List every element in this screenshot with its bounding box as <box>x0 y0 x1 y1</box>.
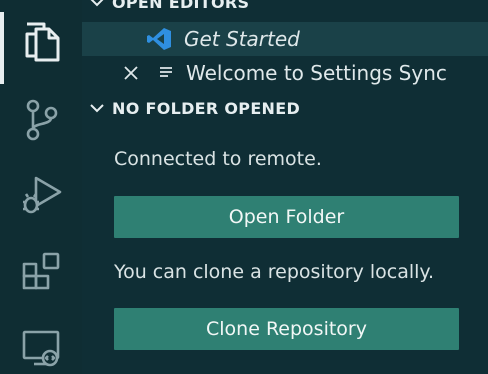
document-lines-icon <box>158 65 174 81</box>
close-icon[interactable] <box>122 66 140 80</box>
open-folder-button[interactable]: Open Folder <box>114 196 459 238</box>
open-editor-label: Get Started <box>184 27 300 51</box>
clone-repository-button[interactable]: Clone Repository <box>114 308 459 350</box>
open-editor-item-get-started[interactable]: Get Started <box>82 22 488 56</box>
vscode-logo-icon <box>146 26 172 52</box>
no-folder-header[interactable]: NO FOLDER OPENED <box>82 94 488 122</box>
activity-bar <box>0 0 82 374</box>
remote-explorer-button[interactable] <box>18 322 66 370</box>
connected-text: Connected to remote. <box>114 148 322 170</box>
source-control-icon <box>24 98 60 142</box>
source-control-button[interactable] <box>18 96 66 144</box>
extensions-icon <box>20 250 64 294</box>
open-editors-title: OPEN EDITORS <box>112 0 250 12</box>
active-indicator <box>0 12 4 84</box>
open-editors-header[interactable]: OPEN EDITORS <box>82 0 488 14</box>
explorer-button[interactable] <box>18 18 66 66</box>
vscode-window: OPEN EDITORS Get Started Welcome to Sett… <box>0 0 488 374</box>
clone-text: You can clone a repository locally. <box>114 261 435 283</box>
no-folder-title: NO FOLDER OPENED <box>112 98 301 118</box>
remote-explorer-icon <box>20 324 64 368</box>
run-debug-button[interactable] <box>18 170 66 218</box>
chevron-down-icon <box>90 0 104 9</box>
chevron-down-icon <box>90 101 104 115</box>
run-debug-icon <box>20 172 64 216</box>
files-icon <box>22 20 62 64</box>
explorer-sidebar: OPEN EDITORS Get Started Welcome to Sett… <box>82 0 488 374</box>
extensions-button[interactable] <box>18 248 66 296</box>
open-editor-item-settings-sync[interactable]: Welcome to Settings Sync <box>82 56 488 90</box>
open-editor-label: Welcome to Settings Sync <box>186 61 447 85</box>
